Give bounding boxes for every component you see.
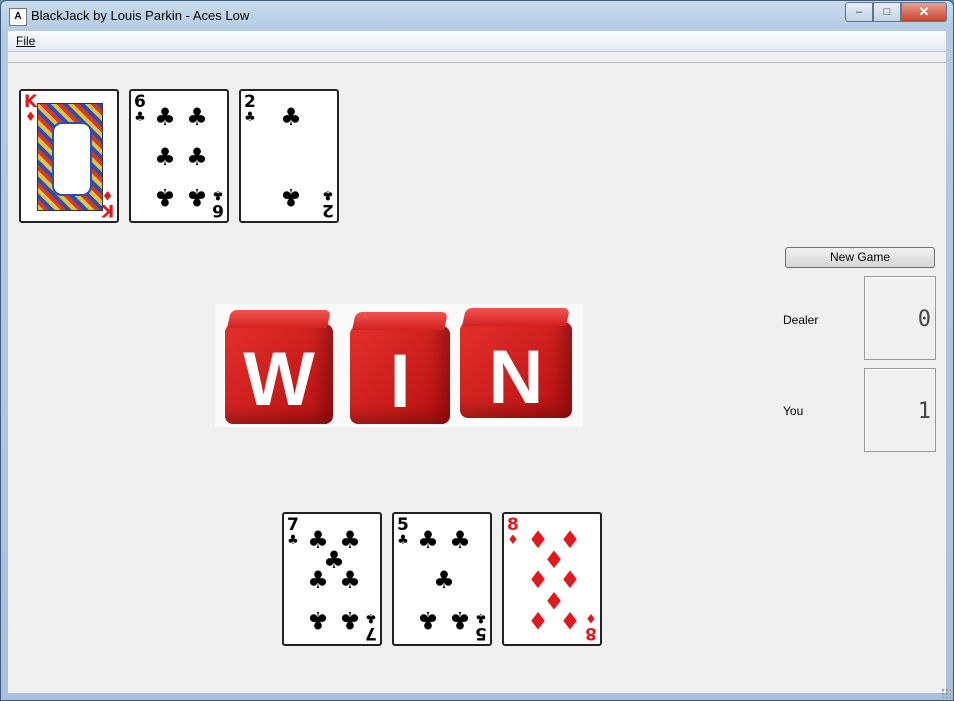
win-letter-w: W [243,337,315,422]
card-corner-index: 5 ♣ [397,515,409,548]
resize-grip[interactable] [941,688,951,698]
card-suit-icon: ♦ [24,110,37,125]
window-title: BlackJack by Louis Parkin - Aces Low [31,8,250,23]
card-pip-icon: ♣ [307,606,329,634]
dealer-score-display: 0 [864,276,936,360]
card-suit-icon: ♣ [212,187,224,202]
card-rank: 8 [507,515,519,535]
app-window: A BlackJack by Louis Parkin - Aces Low –… [0,0,954,701]
card-corner-index: 8 ♦ [507,515,519,548]
card-suit-icon: ♣ [244,110,256,125]
playing-card: 8 ♦ 8 ♦ ♦ ♦ ♦ ♦ ♦ ♦ ♦ ♦ [502,512,602,646]
menu-file[interactable]: File [16,34,35,48]
menu-bar: File [8,31,946,52]
card-pip-icon: ♣ [154,103,176,131]
title-bar[interactable]: A BlackJack by Louis Parkin - Aces Low –… [1,1,953,31]
playing-card: 2 ♣ 2 ♣ ♣ ♣ [239,89,339,223]
dealer-label: Dealer [783,313,819,327]
blackjack-app-icon[interactable]: A [9,8,27,26]
card-suit-icon: ♣ [397,533,409,548]
card-corner-index: 6 ♣ [212,187,224,220]
card-pip-icon: ♣ [280,183,302,211]
card-suit-icon: ♣ [134,110,146,125]
card-pip-icon: ♦ [559,606,581,634]
new-game-button[interactable]: New Game [785,247,935,268]
card-suit-icon: ♣ [365,610,377,625]
card-rank: 6 [212,200,224,220]
card-rank: 7 [287,515,299,535]
playing-card: 7 ♣ 7 ♣ ♣ ♣ ♣ ♣ ♣ ♣ ♣ [282,512,382,646]
card-pip-icon: ♣ [433,566,455,594]
win-cube-w: W [225,310,333,424]
card-suit-icon: ♣ [475,610,487,625]
card-suit-icon: ♦ [507,533,519,548]
maximize-button[interactable]: □ [873,2,901,22]
window-controls: – □ ✕ [845,2,947,22]
card-suit-icon: ♦ [585,610,597,625]
card-suit-icon: ♣ [322,187,334,202]
close-button[interactable]: ✕ [901,2,947,22]
win-letter-n: N [488,335,544,420]
card-rank: 2 [322,200,334,220]
playing-card: 6 ♣ 6 ♣ ♣ ♣ ♣ ♣ ♣ ♣ [129,89,229,223]
minimize-button[interactable]: – [845,2,873,22]
card-corner-index: 8 ♦ [585,610,597,643]
card-rank: 8 [585,623,597,643]
card-pip-icon: ♣ [186,103,208,131]
card-corner-index: 7 ♣ [365,610,377,643]
player-score: 1 [917,399,931,424]
card-suit-icon: ♣ [287,533,299,548]
card-pip-icon: ♣ [186,143,208,171]
player-score-display: 1 [864,368,936,452]
win-banner-image: W I N [215,304,583,427]
card-pip-icon: ♦ [527,606,549,634]
card-rank: K [24,92,38,112]
card-corner-index: 7 ♣ [287,515,299,548]
card-pip-icon: ♣ [154,143,176,171]
card-pip-icon: ♣ [186,183,208,211]
playing-card: 5 ♣ 5 ♣ ♣ ♣ ♣ ♣ ♣ [392,512,492,646]
card-corner-index: 6 ♣ [134,92,146,125]
card-pip-icon: ♣ [449,526,471,554]
dealer-score: 0 [917,307,931,332]
card-rank: 5 [397,515,409,535]
card-pip-icon: ♣ [417,606,439,634]
card-rank: 5 [475,623,487,643]
card-rank: 6 [134,92,146,112]
card-pip-icon: ♣ [339,566,361,594]
playing-card: K ♦ K ♦ [19,89,119,223]
card-pip-icon: ♣ [339,606,361,634]
card-rank: 2 [244,92,256,112]
king-portrait-icon [37,103,103,211]
card-pip-icon: ♣ [307,566,329,594]
menu-file-label: File [16,34,36,48]
card-corner-index: 2 ♣ [322,187,334,220]
card-corner-index: 5 ♣ [475,610,487,643]
card-pip-icon: ♣ [417,526,439,554]
win-cube-n: N [460,308,572,420]
win-letter-i: I [389,339,411,424]
card-pip-icon: ♣ [449,606,471,634]
card-rank: 7 [365,623,377,643]
you-label: You [783,404,804,418]
card-corner-index: 2 ♣ [244,92,256,125]
win-cube-i: I [350,312,450,424]
game-area: K ♦ K ♦ 6 ♣ 6 ♣ ♣ ♣ ♣ ♣ ♣ ♣ 2 ♣ 2 ♣ ♣ ♣ 7 ♣ 7 ♣ ♣ ♣ ♣ ♣ ♣ ♣ ♣ 5 ♣ 5 ♣ ♣ ♣ ♣ ♣… [8,52,946,693]
toolbar-separator [8,62,946,63]
card-pip-icon: ♣ [154,183,176,211]
card-pip-icon: ♣ [280,103,302,131]
card-corner-index: K ♦ [24,92,38,125]
